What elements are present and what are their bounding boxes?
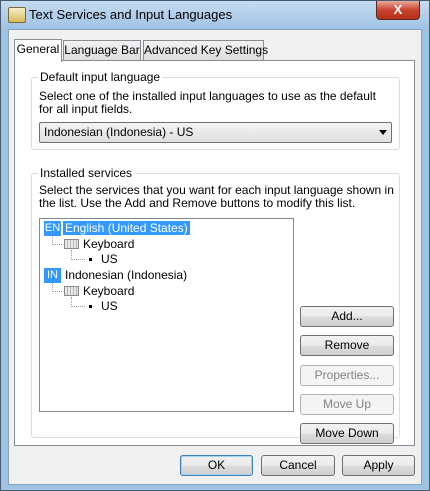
tree-badge-en: EN [44, 221, 61, 236]
bullet-icon [89, 258, 92, 261]
tab-advanced-key-settings[interactable]: Advanced Key Settings [143, 40, 268, 61]
tree-connector [71, 259, 85, 260]
keyboard-icon [64, 239, 79, 249]
window-title: Text Services and Input Languages [29, 7, 233, 22]
default-language-dropdown[interactable]: Indonesian (Indonesia) - US [39, 122, 392, 143]
dialog-window: Text Services and Input Languages X Gene… [0, 0, 430, 491]
move-up-button[interactable]: Move Up [300, 394, 394, 415]
tree-badge-in: IN [44, 268, 61, 283]
tree-language-indonesian[interactable]: Indonesian (Indonesia) [65, 268, 187, 283]
services-tree[interactable]: EN English (United States) Keyboard US I… [39, 218, 294, 412]
installed-services-description: Select the services that you want for ea… [39, 183, 394, 210]
close-button[interactable]: X [376, 1, 420, 20]
ok-button[interactable]: OK [180, 455, 253, 476]
general-panel: Default input language Select one of the… [14, 60, 415, 446]
remove-button[interactable]: Remove [300, 335, 394, 356]
default-language-value: Indonesian (Indonesia) - US [44, 125, 194, 139]
tree-category-keyboard[interactable]: Keyboard [83, 284, 134, 299]
properties-button[interactable]: Properties... [300, 365, 394, 386]
cancel-button[interactable]: Cancel [261, 455, 335, 476]
bullet-icon [89, 305, 92, 308]
tree-category-keyboard[interactable]: Keyboard [83, 237, 134, 252]
move-down-button[interactable]: Move Down [300, 423, 394, 444]
installed-services-label: Installed services [38, 166, 135, 180]
chevron-down-icon [379, 130, 387, 135]
keyboard-icon [64, 286, 79, 296]
tree-connector [71, 306, 85, 307]
tab-general[interactable]: General [14, 39, 62, 62]
default-language-label: Default input language [38, 70, 163, 84]
tab-language-bar[interactable]: Language Bar [63, 40, 141, 61]
tree-language-label: English (United States) [63, 221, 190, 235]
tree-connector [52, 291, 62, 292]
default-language-description: Select one of the installed input langua… [39, 89, 376, 116]
dialog-client: General Language Bar Advanced Key Settin… [8, 29, 422, 485]
tree-service-us[interactable]: US [101, 252, 118, 267]
title-bar[interactable]: Text Services and Input Languages X [1, 1, 429, 29]
tree-service-us[interactable]: US [101, 299, 118, 314]
text-services-icon [8, 7, 26, 23]
apply-button[interactable]: Apply [342, 455, 415, 476]
add-button[interactable]: Add... [300, 306, 394, 327]
tree-connector [52, 244, 62, 245]
tree-language-english[interactable]: English (United States) [63, 221, 190, 236]
